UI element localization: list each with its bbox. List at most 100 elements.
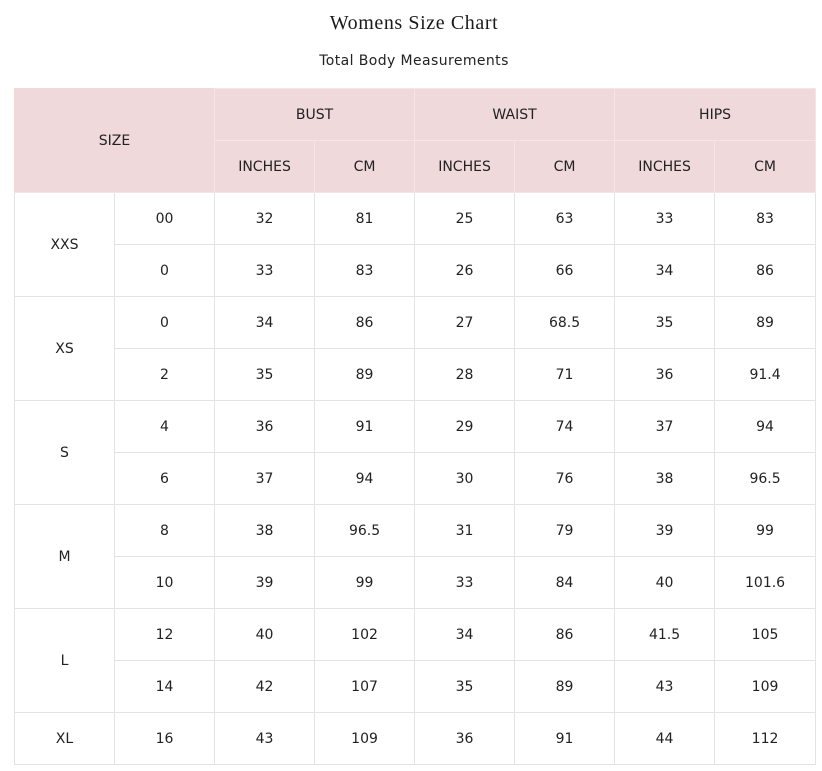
- table-body: XXS 00 32 81 25 63 33 83 0 33 83 26 66 3…: [14, 192, 817, 765]
- bust-inches-cell: 42: [214, 660, 316, 713]
- bust-inches-cell: 43: [214, 712, 316, 765]
- header-bust: BUST: [214, 88, 416, 141]
- bust-cm-cell: 96.5: [314, 504, 416, 557]
- hips-inches-cell: 37: [614, 400, 716, 453]
- header-hips-inches: INCHES: [614, 140, 716, 193]
- size-label-cell: XS: [14, 296, 115, 401]
- waist-inches-cell: 28: [414, 348, 516, 401]
- table-row: 10 39 99 33 84 40 101.6: [15, 556, 817, 609]
- bust-inches-cell: 40: [214, 608, 316, 661]
- bust-inches-cell: 35: [214, 348, 316, 401]
- hips-inches-cell: 34: [614, 244, 716, 297]
- header-bust-inches: INCHES: [214, 140, 316, 193]
- page-title: Womens Size Chart: [329, 12, 499, 34]
- waist-inches-cell: 35: [414, 660, 516, 713]
- hips-cm-cell: 99: [714, 504, 817, 557]
- header-hips: HIPS: [614, 88, 817, 141]
- us-size-cell: 6: [113, 452, 216, 505]
- waist-cm-cell: 63: [514, 192, 616, 245]
- hips-inches-cell: 36: [614, 348, 716, 401]
- waist-cm-cell: 76: [514, 452, 616, 505]
- bust-inches-cell: 32: [214, 192, 316, 245]
- bust-cm-cell: 99: [314, 556, 416, 609]
- bust-cm-cell: 94: [314, 452, 416, 505]
- waist-cm-cell: 74: [514, 400, 616, 453]
- table-row: M 8 38 96.5 31 79 39 99: [14, 504, 817, 609]
- us-size-cell: 0: [113, 244, 216, 297]
- hips-inches-cell: 44: [614, 712, 716, 765]
- us-size-cell: 2: [113, 348, 216, 401]
- bust-inches-cell: 37: [214, 452, 316, 505]
- waist-cm-cell: 89: [514, 660, 616, 713]
- table-row: S 4 36 91 29 74 37 94: [14, 400, 817, 505]
- hips-inches-cell: 39: [614, 504, 716, 557]
- hips-inches-cell: 40: [614, 556, 716, 609]
- waist-inches-cell: 29: [414, 400, 516, 453]
- us-size-cell: 4: [113, 400, 216, 453]
- hips-cm-cell: 91.4: [714, 348, 817, 401]
- header-hips-cm: CM: [714, 140, 817, 193]
- hips-inches-cell: 43: [614, 660, 716, 713]
- table-row: 2 35 89 28 71 36 91.4: [15, 348, 817, 401]
- hips-cm-cell: 96.5: [714, 452, 817, 505]
- waist-cm-cell: 91: [514, 712, 616, 765]
- bust-cm-cell: 89: [314, 348, 416, 401]
- header-bust-cm: CM: [314, 140, 416, 193]
- size-label-cell: S: [14, 400, 115, 505]
- us-size-cell: 14: [113, 660, 216, 713]
- waist-cm-cell: 86: [514, 608, 616, 661]
- size-label-cell: XL: [14, 712, 115, 765]
- header-waist-inches: INCHES: [414, 140, 516, 193]
- size-label-cell: L: [14, 608, 115, 713]
- waist-cm-cell: 71: [514, 348, 616, 401]
- table-row: 14 42 107 35 89 43 109: [15, 660, 817, 713]
- bust-cm-cell: 107: [314, 660, 416, 713]
- waist-cm-cell: 79: [514, 504, 616, 557]
- hips-cm-cell: 94: [714, 400, 817, 453]
- bust-inches-cell: 33: [214, 244, 316, 297]
- header-size: SIZE: [13, 88, 216, 193]
- bust-cm-cell: 102: [314, 608, 416, 661]
- header-row-groups: SIZE BUST WAIST HIPS: [13, 88, 817, 193]
- hips-inches-cell: 38: [614, 452, 716, 505]
- waist-inches-cell: 30: [414, 452, 516, 505]
- table-row: 0 33 83 26 66 34 86: [15, 244, 817, 297]
- hips-cm-cell: 86: [714, 244, 817, 297]
- waist-cm-cell: 66: [514, 244, 616, 297]
- header-waist: WAIST: [414, 88, 616, 141]
- waist-cm-cell: 68.5: [514, 296, 616, 349]
- waist-inches-cell: 31: [414, 504, 516, 557]
- bust-inches-cell: 36: [214, 400, 316, 453]
- table-header: SIZE BUST WAIST HIPS INCHES CM INCHES CM…: [13, 88, 817, 193]
- us-size-cell: 8: [113, 504, 216, 557]
- table-row: L 12 40 102 34 86 41.5 105: [14, 608, 817, 713]
- hips-cm-cell: 112: [714, 712, 817, 765]
- page-subtitle: Total Body Measurements: [319, 53, 509, 69]
- us-size-cell: 12: [113, 608, 216, 661]
- waist-inches-cell: 25: [414, 192, 516, 245]
- header-waist-cm: CM: [514, 140, 616, 193]
- bust-cm-cell: 81: [314, 192, 416, 245]
- waist-inches-cell: 26: [414, 244, 516, 297]
- table-row: 6 37 94 30 76 38 96.5: [15, 452, 817, 505]
- bust-inches-cell: 34: [214, 296, 316, 349]
- us-size-cell: 10: [113, 556, 216, 609]
- waist-inches-cell: 27: [414, 296, 516, 349]
- table-row: XXS 00 32 81 25 63 33 83: [14, 192, 817, 297]
- waist-inches-cell: 33: [414, 556, 516, 609]
- bust-cm-cell: 109: [314, 712, 416, 765]
- bust-cm-cell: 86: [314, 296, 416, 349]
- size-chart-table: SIZE BUST WAIST HIPS INCHES CM INCHES CM…: [13, 88, 817, 765]
- hips-cm-cell: 109: [714, 660, 817, 713]
- bust-cm-cell: 91: [314, 400, 416, 453]
- bust-cm-cell: 83: [314, 244, 416, 297]
- waist-inches-cell: 36: [414, 712, 516, 765]
- waist-inches-cell: 34: [414, 608, 516, 661]
- bust-inches-cell: 39: [214, 556, 316, 609]
- hips-cm-cell: 101.6: [714, 556, 817, 609]
- hips-inches-cell: 35: [614, 296, 716, 349]
- us-size-cell: 16: [113, 712, 216, 765]
- us-size-cell: 0: [113, 296, 216, 349]
- table-row: XS 0 34 86 27 68.5 35 89: [14, 296, 817, 401]
- bust-inches-cell: 38: [214, 504, 316, 557]
